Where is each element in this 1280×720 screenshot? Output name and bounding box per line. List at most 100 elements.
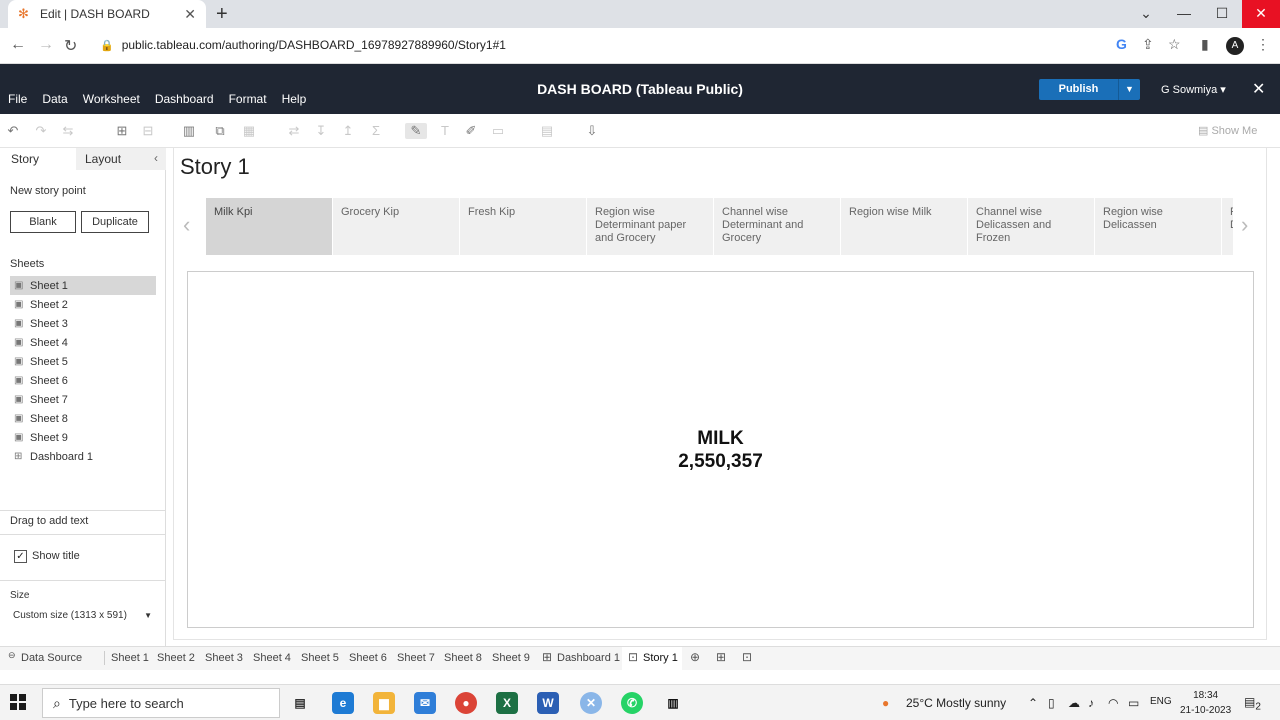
- task-view-icon[interactable]: ▤: [289, 692, 311, 714]
- presentation-icon[interactable]: ▤: [539, 123, 555, 139]
- redo-icon[interactable]: ↷: [33, 123, 49, 139]
- collapse-pane-icon[interactable]: ‹: [154, 151, 158, 165]
- new-worksheet-icon[interactable]: ⊕: [690, 650, 700, 664]
- window-close-button[interactable]: ✕: [1242, 0, 1280, 28]
- sheet-list-item[interactable]: ▣ Sheet 5: [10, 352, 156, 371]
- previous-point-icon[interactable]: ‹: [183, 212, 190, 238]
- new-datasource-icon[interactable]: ⊞: [114, 123, 130, 139]
- google-icon[interactable]: G: [1116, 36, 1127, 52]
- tab-story-1[interactable]: Story 1: [643, 652, 678, 664]
- minimize-button[interactable]: —: [1165, 0, 1203, 28]
- profile-avatar[interactable]: A: [1226, 37, 1244, 55]
- story-viz-frame[interactable]: MILK 2,550,357: [187, 271, 1254, 628]
- story-point[interactable]: Region wise Delicassen: [1095, 198, 1221, 255]
- tab-sheet-6[interactable]: Sheet 6: [349, 652, 387, 664]
- sort-descending-icon[interactable]: ↥: [340, 123, 356, 139]
- windows-start-icon[interactable]: [10, 694, 26, 710]
- battery-icon[interactable]: ▭: [1128, 696, 1139, 710]
- sheet-list-item[interactable]: ▣ Sheet 1: [10, 276, 156, 296]
- chrome-icon[interactable]: ●: [455, 692, 477, 714]
- story-point[interactable]: Region wise Milk: [841, 198, 967, 255]
- undo-icon[interactable]: ↶: [5, 123, 21, 139]
- story-point[interactable]: Milk Kpi: [206, 198, 332, 255]
- tab-sheet-9[interactable]: Sheet 9: [492, 652, 530, 664]
- chevron-up-icon[interactable]: ⌃: [1028, 696, 1038, 710]
- user-menu[interactable]: G Sowmiya ▾: [1161, 83, 1226, 96]
- new-dashboard-icon[interactable]: ⊞: [716, 650, 726, 664]
- size-select[interactable]: Custom size (1313 x 591) ▼: [13, 610, 156, 621]
- sort-ascending-icon[interactable]: ↧: [313, 123, 329, 139]
- story-point[interactable]: Region wise Determinant paper and Grocer…: [587, 198, 713, 255]
- app-icon[interactable]: ✕: [580, 692, 602, 714]
- sidepanel-icon[interactable]: ▮: [1201, 36, 1209, 53]
- tab-story[interactable]: Story: [11, 152, 39, 166]
- story-point[interactable]: Fresh Kip: [460, 198, 586, 255]
- tab-sheet-8[interactable]: Sheet 8: [444, 652, 482, 664]
- sheet-list-item[interactable]: ▣ Sheet 2: [10, 295, 156, 314]
- labels-icon[interactable]: T: [437, 123, 453, 139]
- story-point[interactable]: Channel wise Delicassen and Frozen: [968, 198, 1094, 255]
- highlight-icon[interactable]: ✎: [405, 123, 427, 139]
- excel-icon[interactable]: X: [496, 692, 518, 714]
- show-me-button[interactable]: ▤ Show Me: [1198, 124, 1257, 137]
- next-point-icon[interactable]: ›: [1241, 212, 1248, 238]
- sheet-list-item[interactable]: ▣ Sheet 7: [10, 391, 156, 410]
- tab-sheet-7[interactable]: Sheet 7: [397, 652, 435, 664]
- totals-icon[interactable]: Σ: [368, 123, 384, 139]
- swap-icon[interactable]: ⇄: [286, 123, 302, 139]
- sheet-list-item[interactable]: ⊞ Dashboard 1: [10, 448, 156, 467]
- new-tab-button[interactable]: +: [216, 3, 228, 26]
- sheet-list-item[interactable]: ▣ Sheet 3: [10, 314, 156, 333]
- new-worksheet-icon[interactable]: ▥: [181, 123, 197, 139]
- browser-tab[interactable]: ✻ Edit | DASH BOARD ✕: [8, 0, 206, 28]
- tab-sheet-1[interactable]: Sheet 1: [111, 652, 149, 664]
- replay-icon[interactable]: ⇆: [60, 123, 76, 139]
- tab-sheet-5[interactable]: Sheet 5: [301, 652, 339, 664]
- whatsapp-icon[interactable]: ✆: [621, 692, 643, 714]
- publish-label[interactable]: Publish: [1039, 79, 1118, 100]
- tab-dashboard-1[interactable]: Dashboard 1: [557, 652, 620, 664]
- close-tab-icon[interactable]: ✕: [184, 6, 196, 23]
- pause-update-icon[interactable]: ⊟: [140, 123, 156, 139]
- duplicate-button[interactable]: Duplicate: [81, 211, 149, 233]
- url-field[interactable]: 🔒 public.tableau.com/authoring/DASHBOARD_…: [100, 38, 506, 52]
- show-title-checkbox[interactable]: ✓: [14, 550, 27, 563]
- wifi-icon[interactable]: ◠: [1108, 696, 1118, 710]
- new-story-icon[interactable]: ⊡: [742, 650, 752, 664]
- tab-search-icon[interactable]: ⌄: [1127, 0, 1165, 28]
- volume-icon[interactable]: ♪: [1088, 696, 1094, 710]
- meet-now-icon[interactable]: ▯: [1048, 696, 1055, 710]
- edge-icon[interactable]: e: [332, 692, 354, 714]
- clear-sheet-icon[interactable]: ▦: [241, 123, 257, 139]
- bookmark-star-icon[interactable]: ☆: [1168, 36, 1181, 53]
- weather-text[interactable]: 25°C Mostly sunny: [906, 696, 1006, 710]
- publish-button[interactable]: Publish ▼: [1039, 79, 1140, 100]
- sheet-list-item[interactable]: ▣ Sheet 8: [10, 410, 156, 429]
- mail-icon[interactable]: ✉: [414, 692, 436, 714]
- notifications-icon[interactable]: ▤2: [1244, 695, 1261, 712]
- publish-dropdown-icon[interactable]: ▼: [1118, 79, 1140, 100]
- tab-sheet-3[interactable]: Sheet 3: [205, 652, 243, 664]
- format-icon[interactable]: ✐: [463, 123, 479, 139]
- story-point[interactable]: Channel wise Determinant and Grocery: [714, 198, 840, 255]
- share-icon[interactable]: ⇪: [1142, 36, 1154, 53]
- file-explorer-icon[interactable]: ▆: [373, 692, 395, 714]
- blank-button[interactable]: Blank: [10, 211, 76, 233]
- drag-text-item[interactable]: Drag to add text: [10, 515, 88, 527]
- tab-sheet-4[interactable]: Sheet 4: [253, 652, 291, 664]
- sheet-list-item[interactable]: ▣ Sheet 9: [10, 429, 156, 448]
- duplicate-sheet-icon[interactable]: ⧉: [212, 123, 228, 139]
- forward-icon[interactable]: →: [38, 36, 54, 54]
- onedrive-icon[interactable]: ☁: [1068, 696, 1080, 710]
- sheet-list-item[interactable]: ▣ Sheet 6: [10, 371, 156, 390]
- word-icon[interactable]: W: [537, 692, 559, 714]
- sheet-list-item[interactable]: ▣ Sheet 4: [10, 333, 156, 352]
- story-point[interactable]: Grocery Kip: [333, 198, 459, 255]
- clock[interactable]: 18:34 21-10-2023: [1180, 688, 1231, 718]
- tab-layout[interactable]: Layout: [85, 152, 121, 166]
- maximize-button[interactable]: ☐: [1203, 0, 1241, 28]
- story-point[interactable]: R D D: [1222, 198, 1233, 255]
- download-icon[interactable]: ⇩: [584, 123, 600, 139]
- story-title[interactable]: Story 1: [180, 154, 250, 180]
- app-icon[interactable]: ▥: [662, 692, 684, 714]
